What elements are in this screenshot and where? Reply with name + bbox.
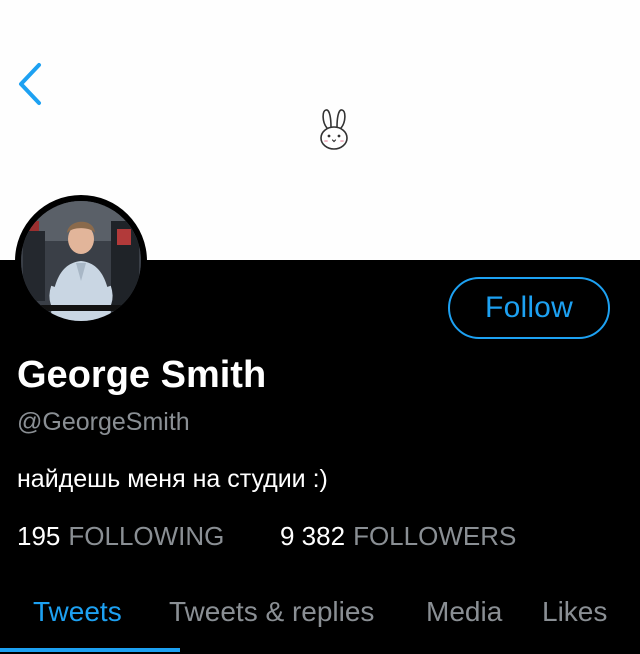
followers-label: FOLLOWERS bbox=[353, 521, 517, 551]
active-tab-indicator bbox=[0, 648, 180, 652]
profile-bio: найдешь меня на студии :) bbox=[17, 465, 328, 493]
back-button[interactable] bbox=[8, 58, 52, 110]
following-stat[interactable]: 195 FOLLOWING bbox=[17, 518, 224, 554]
profile-tabs: Tweets Tweets & replies Media Likes bbox=[0, 584, 640, 654]
bunny-icon bbox=[320, 109, 348, 150]
following-count: 195 bbox=[17, 521, 61, 551]
tab-media[interactable]: Media bbox=[426, 592, 502, 632]
followers-count: 9 382 bbox=[280, 521, 346, 551]
following-label: FOLLOWING bbox=[68, 521, 225, 551]
tab-tweets-replies[interactable]: Tweets & replies bbox=[169, 592, 374, 632]
avatar[interactable] bbox=[15, 195, 147, 327]
user-handle: @GeorgeSmith bbox=[17, 408, 190, 436]
profile-screen: Follow George Smith @GeorgeSmith найдешь… bbox=[0, 0, 640, 654]
follow-button[interactable]: Follow bbox=[448, 277, 610, 339]
chevron-left-icon bbox=[19, 63, 41, 105]
followers-stat[interactable]: 9 382 FOLLOWERS bbox=[280, 518, 516, 554]
display-name: George Smith bbox=[17, 354, 267, 396]
tab-likes[interactable]: Likes bbox=[542, 592, 607, 632]
tab-tweets[interactable]: Tweets bbox=[33, 592, 122, 632]
avatar-photo bbox=[21, 201, 141, 321]
